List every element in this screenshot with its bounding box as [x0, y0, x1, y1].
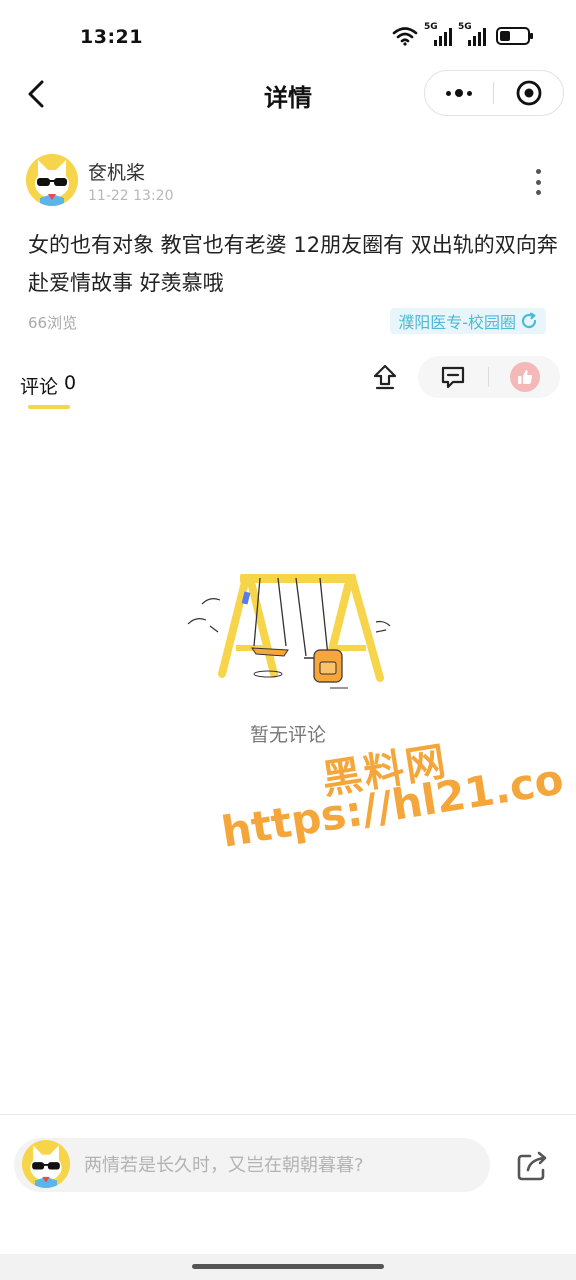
swing-empty-illustration: [187, 574, 391, 689]
status-bar: 13:21 5G 5G: [0, 0, 576, 70]
kebab-dot: [535, 179, 541, 185]
signal-5g-icon: 5G: [458, 22, 486, 46]
refresh-icon: [521, 312, 537, 329]
back-button[interactable]: [20, 76, 56, 112]
view-count: 66浏览: [28, 314, 78, 332]
network-label-2: 5G: [458, 22, 472, 32]
more-dot-center: [455, 89, 463, 97]
share-button[interactable]: [514, 1148, 550, 1184]
home-indicator[interactable]: [192, 1264, 384, 1269]
forward-button[interactable]: [370, 362, 400, 392]
upload-share-icon: [373, 364, 397, 390]
close-miniapp-button[interactable]: [494, 70, 563, 116]
comment-count: 0: [64, 372, 77, 394]
tab-comments-label: 评论: [20, 376, 59, 398]
post-actions: [418, 356, 560, 398]
my-avatar: [22, 1140, 70, 1188]
circle-tag[interactable]: 濮阳医专-校园圈: [390, 308, 546, 334]
miniapp-capsule: [424, 70, 564, 116]
battery-icon: [496, 27, 533, 45]
comment-button[interactable]: [418, 356, 488, 398]
comment-icon: [441, 366, 465, 389]
status-icons: 5G 5G: [392, 22, 533, 46]
thumbs-up-glyph: [517, 370, 532, 384]
cat-sunglasses-avatar-icon: [22, 1140, 70, 1188]
thumbs-up-icon: [509, 362, 540, 392]
chevron-left-icon: [28, 80, 44, 108]
like-button[interactable]: [489, 356, 560, 398]
signal-5g-icon: 5G: [424, 22, 452, 46]
circle-tag-label: 濮阳医专-校园圈: [398, 313, 516, 332]
tab-comments[interactable]: 评论 0: [20, 372, 76, 399]
kebab-dot: [535, 190, 541, 195]
status-time: 13:21: [80, 26, 143, 48]
network-label-1: 5G: [424, 22, 438, 32]
cat-sunglasses-avatar-icon: [26, 154, 78, 206]
post-content: 女的也有对象 教官也有老婆 12朋友圈有 双出轨的双向奔赴爱情故事 好羡慕哦: [28, 233, 558, 295]
more-dot-right: [467, 90, 472, 96]
kebab-icon: [535, 169, 541, 174]
author-name[interactable]: 奁杋桨: [88, 158, 145, 185]
post-time: 11-22 13:20: [88, 188, 174, 204]
post-more-button[interactable]: [528, 166, 548, 198]
nav-bar: 详情: [0, 66, 576, 122]
empty-comments-text: 暂无评论: [249, 724, 326, 746]
share-icon: [517, 1151, 547, 1181]
author-avatar[interactable]: [26, 154, 78, 206]
bottom-divider: [0, 1114, 576, 1115]
wifi-icon: [392, 27, 418, 46]
more-dots-icon: [446, 90, 451, 96]
comment-input[interactable]: [14, 1138, 490, 1192]
more-button[interactable]: [425, 70, 493, 116]
tab-active-indicator: [28, 405, 70, 409]
target-close-icon: [516, 80, 541, 106]
